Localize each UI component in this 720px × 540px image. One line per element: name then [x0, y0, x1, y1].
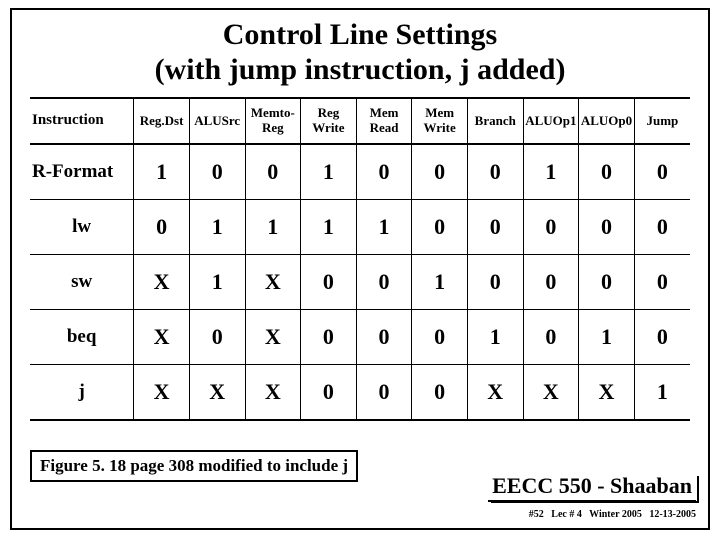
cell: 0	[579, 144, 635, 200]
cell: 0	[301, 365, 357, 421]
cell: X	[134, 255, 190, 310]
cell: X	[523, 365, 579, 421]
cell: 0	[467, 144, 523, 200]
title-line-1: Control Line Settings	[223, 18, 497, 51]
col-branch: Branch	[467, 98, 523, 144]
control-table: Instruction Reg.Dst ALUSrc Memto- Reg Re…	[30, 97, 690, 421]
cell: 1	[134, 144, 190, 200]
slide-title: Control Line Settings (with jump instruc…	[30, 18, 690, 87]
cell: X	[245, 365, 301, 421]
table-header: Instruction Reg.Dst ALUSrc Memto- Reg Re…	[30, 98, 690, 144]
slide-frame: Control Line Settings (with jump instruc…	[10, 8, 710, 530]
row-label: sw	[30, 255, 134, 310]
cell: 1	[245, 200, 301, 255]
col-instruction: Instruction	[30, 98, 134, 144]
cell: X	[467, 365, 523, 421]
row-label: R-Format	[30, 144, 134, 200]
cell: 0	[467, 255, 523, 310]
cell: 0	[523, 200, 579, 255]
cell: X	[245, 255, 301, 310]
cell: 1	[189, 255, 245, 310]
table-row: swX1X0010000	[30, 255, 690, 310]
cell: 0	[245, 144, 301, 200]
col-aluop1: ALUOp1	[523, 98, 579, 144]
cell: 0	[134, 200, 190, 255]
col-memread: Mem Read	[356, 98, 412, 144]
row-label: beq	[30, 310, 134, 365]
cell: 1	[301, 200, 357, 255]
table-row: lw0111100000	[30, 200, 690, 255]
cell: 0	[579, 200, 635, 255]
cell: 0	[634, 310, 690, 365]
cell: 0	[634, 255, 690, 310]
cell: 0	[301, 310, 357, 365]
cell: 0	[467, 200, 523, 255]
col-memtoreg: Memto- Reg	[245, 98, 301, 144]
table-body: R-Format1001000100lw0111100000swX1X00100…	[30, 144, 690, 420]
cell: 0	[412, 310, 468, 365]
course-footer: EECC 550 - Shaaban	[488, 473, 696, 502]
col-jump: Jump	[634, 98, 690, 144]
cell: 1	[467, 310, 523, 365]
cell: X	[189, 365, 245, 421]
cell: 1	[301, 144, 357, 200]
cell: 0	[523, 255, 579, 310]
cell: 0	[356, 365, 412, 421]
figure-caption: Figure 5. 18 page 308 modified to includ…	[30, 450, 358, 482]
cell: X	[579, 365, 635, 421]
table-row: beqX0X0001010	[30, 310, 690, 365]
cell: 0	[412, 144, 468, 200]
cell: 0	[189, 310, 245, 365]
col-alusrc: ALUSrc	[189, 98, 245, 144]
cell: 1	[412, 255, 468, 310]
cell: 1	[189, 200, 245, 255]
cell: X	[134, 365, 190, 421]
row-label: j	[30, 365, 134, 421]
cell: 1	[356, 200, 412, 255]
cell: X	[245, 310, 301, 365]
cell: 1	[579, 310, 635, 365]
cell: 0	[189, 144, 245, 200]
cell: 0	[301, 255, 357, 310]
cell: 0	[523, 310, 579, 365]
cell: 0	[412, 365, 468, 421]
col-regdst: Reg.Dst	[134, 98, 190, 144]
cell: 0	[634, 200, 690, 255]
cell: 0	[412, 200, 468, 255]
col-regwrite: Reg Write	[301, 98, 357, 144]
col-memwrite: Mem Write	[412, 98, 468, 144]
col-aluop0: ALUOp0	[579, 98, 635, 144]
cell: 1	[634, 365, 690, 421]
cell: X	[134, 310, 190, 365]
cell: 0	[356, 255, 412, 310]
table-row: jXXX000XXX1	[30, 365, 690, 421]
table-row: R-Format1001000100	[30, 144, 690, 200]
cell: 0	[579, 255, 635, 310]
cell: 0	[356, 144, 412, 200]
cell: 0	[634, 144, 690, 200]
slide-meta: #52 Lec # 4 Winter 2005 12-13-2005	[529, 509, 696, 520]
cell: 0	[356, 310, 412, 365]
row-label: lw	[30, 200, 134, 255]
title-line-2: (with jump instruction, j added)	[155, 53, 566, 86]
cell: 1	[523, 144, 579, 200]
